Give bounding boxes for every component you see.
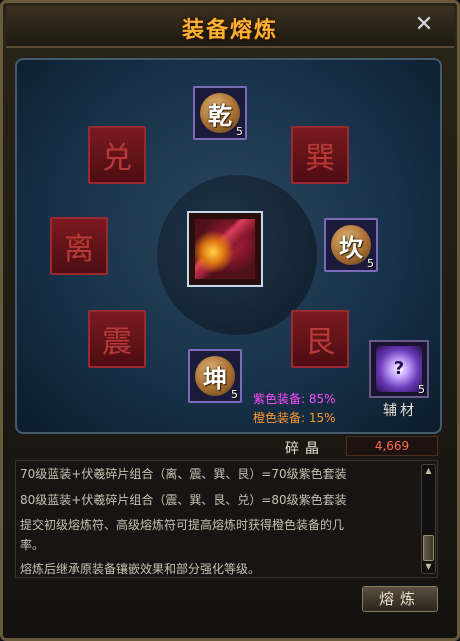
scroll-thumb[interactable] <box>423 535 434 561</box>
purple-rate: 紫色装备: 85% <box>253 392 336 406</box>
orange-rate: 橙色装备: 15% <box>253 411 336 425</box>
window-title: 装备熔炼 <box>181 18 278 43</box>
scroll-down-icon[interactable]: ▼ <box>423 562 434 572</box>
trigram-slot-xun[interactable]: 巽 <box>291 126 349 184</box>
trigram-slot-li[interactable]: 离 <box>50 217 108 275</box>
equipment-slot[interactable] <box>187 211 263 287</box>
rune-slot-kan[interactable]: 坎 5 <box>324 218 378 272</box>
rune-slot-kun[interactable]: 坤 5 <box>188 349 242 403</box>
trigram-label: 兑 <box>102 141 132 176</box>
item-count: 5 <box>418 383 425 396</box>
shard-value: 4,669 <box>346 436 438 456</box>
aux-material-slot[interactable]: ? 5 <box>369 340 429 398</box>
rune-glyph: 坤 <box>203 363 227 393</box>
rune-glyph: 坎 <box>339 232 363 262</box>
item-count: 5 <box>367 257 374 270</box>
rune-kan-icon: 坎 <box>331 225 371 265</box>
shard-label: 碎晶 <box>285 441 325 457</box>
item-count: 5 <box>231 388 238 401</box>
item-count: 5 <box>236 125 243 138</box>
info-line: 提交初级熔炼符、高级熔炼符可提高熔炼时获得橙色装备的几 <box>20 518 345 532</box>
rune-qian-icon: 乾 <box>200 93 240 133</box>
scroll-up-icon[interactable]: ▲ <box>423 466 434 476</box>
purple-gem-icon: ? <box>376 346 422 392</box>
title-bar: 装备熔炼 ✕ <box>6 6 454 48</box>
smelt-button[interactable]: 熔炼 <box>362 586 438 612</box>
info-text-box: 70级蓝装+伏羲碎片组合（离、震、巽、艮）=70级紫色套装 80级蓝装+伏羲碎片… <box>15 460 438 578</box>
close-button[interactable]: ✕ <box>411 12 437 38</box>
rune-glyph: 乾 <box>208 100 232 130</box>
trigram-label: 巽 <box>305 141 335 176</box>
trigram-slot-zhen[interactable]: 震 <box>88 310 146 368</box>
axe-weapon-icon <box>195 219 255 279</box>
trigram-label: 震 <box>102 325 132 360</box>
info-line: 70级蓝装+伏羲碎片组合（离、震、巽、艮）=70级紫色套装 <box>20 467 347 481</box>
info-line: 率。 <box>20 538 45 552</box>
trigram-slot-dui[interactable]: 兑 <box>88 126 146 184</box>
trigram-slot-gen[interactable]: 艮 <box>291 310 349 368</box>
info-scrollbar[interactable]: ▲ ▼ <box>421 464 436 574</box>
close-icon: ✕ <box>414 12 434 37</box>
info-line: 熔炼后继承原装备镶嵌效果和部分强化等级。 <box>20 562 261 576</box>
trigram-label: 离 <box>64 232 94 267</box>
rune-slot-qian[interactable]: 乾 5 <box>193 86 247 140</box>
info-line: 80级蓝装+伏羲碎片组合（震、巽、艮、兑）=80级紫色套装 <box>20 493 347 507</box>
aux-material-label: 辅材 <box>383 403 417 419</box>
trigram-label: 艮 <box>305 325 335 360</box>
rune-kun-icon: 坤 <box>195 356 235 396</box>
